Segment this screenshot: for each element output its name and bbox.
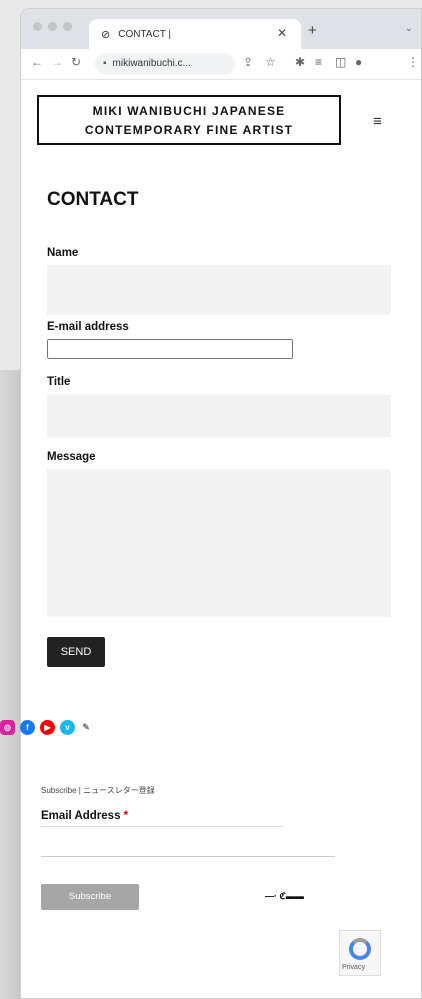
- new-tab-icon[interactable]: +: [308, 22, 317, 39]
- browser-tab[interactable]: ⊘ CONTACT | ✕: [89, 19, 301, 49]
- background-shadow: [0, 370, 20, 999]
- reload-icon[interactable]: ↻: [71, 55, 81, 69]
- url-text: mikiwanibuchi.c...: [112, 58, 191, 69]
- subscribe-button[interactable]: Subscribe: [41, 884, 139, 910]
- address-bar[interactable]: ▪ mikiwanibuchi.c...: [95, 53, 235, 75]
- subscribe-email-label: Email Address *: [41, 810, 128, 822]
- title-field[interactable]: [47, 395, 391, 437]
- back-icon[interactable]: ←: [31, 55, 43, 69]
- lock-icon: ▪: [103, 58, 107, 69]
- subscribe-email-input[interactable]: [41, 856, 335, 857]
- logo-line-1: MIKI WANIBUCHI JAPANESE: [92, 104, 286, 118]
- social-icons: ◎ f ▶ v ✎: [0, 720, 92, 735]
- bookmark-star-icon[interactable]: ☆: [265, 55, 276, 69]
- close-window-dot[interactable]: [33, 22, 42, 31]
- tab-title: CONTACT |: [118, 28, 172, 40]
- link-icon[interactable]: ✎: [80, 720, 92, 735]
- recaptcha-badge[interactable]: Privacy: [339, 930, 381, 976]
- site-logo[interactable]: MIKI WANIBUCHI JAPANESE CONTEMPORARY FIN…: [37, 95, 341, 145]
- extensions-icon[interactable]: ✱: [295, 55, 305, 69]
- title-label: Title: [47, 376, 71, 388]
- instagram-icon[interactable]: ◎: [0, 720, 15, 735]
- tab-search-icon[interactable]: ⌄: [405, 23, 413, 34]
- more-menu-icon[interactable]: ⋮: [407, 55, 419, 69]
- facebook-icon[interactable]: f: [20, 720, 35, 735]
- subscribe-divider: [41, 826, 283, 827]
- email-label: E-mail address: [47, 321, 129, 333]
- logo-line-2: CONTEMPORARY FINE ARTIST: [84, 123, 294, 137]
- close-tab-icon[interactable]: ✕: [277, 26, 287, 40]
- subscribe-title: Subscribe | ニュースレター登録: [41, 786, 155, 795]
- required-mark: *: [123, 810, 129, 822]
- side-panel-icon[interactable]: ◫: [335, 55, 346, 69]
- reading-list-icon[interactable]: ≡: [315, 55, 322, 69]
- recaptcha-icon: [349, 938, 371, 960]
- message-label: Message: [47, 451, 96, 463]
- browser-window: ⊘ CONTACT | ✕ + ⌄ ← → ↻ ▪ mikiwanibuchi.c…: [20, 8, 422, 999]
- youtube-icon[interactable]: ▶: [40, 720, 55, 735]
- name-field[interactable]: [47, 265, 391, 315]
- send-button[interactable]: SEND: [47, 637, 105, 667]
- vimeo-icon[interactable]: v: [60, 720, 75, 735]
- maximize-window-dot[interactable]: [63, 22, 72, 31]
- address-toolbar: ← → ↻ ▪ mikiwanibuchi.c... ⇪ ☆ ✱ ≡ ◫ ● ⋮: [21, 49, 421, 80]
- mailchimp-logo: —· ℭ▬▬: [265, 891, 304, 901]
- window-controls: [33, 22, 72, 31]
- share-icon[interactable]: ⇪: [243, 55, 253, 69]
- profile-avatar-icon[interactable]: ●: [355, 55, 362, 69]
- hamburger-menu-icon[interactable]: ≡: [373, 113, 382, 130]
- globe-icon: ⊘: [101, 28, 111, 41]
- forward-icon[interactable]: →: [51, 55, 63, 69]
- page-title: CONTACT: [47, 189, 139, 210]
- recaptcha-privacy-text: Privacy: [342, 964, 365, 971]
- subscribe-email-label-text: Email Address: [41, 810, 121, 822]
- email-field[interactable]: [47, 339, 293, 359]
- minimize-window-dot[interactable]: [48, 22, 57, 31]
- name-label: Name: [47, 247, 79, 259]
- message-field[interactable]: [47, 469, 391, 617]
- tab-strip: ⊘ CONTACT | ✕ + ⌄: [21, 9, 421, 49]
